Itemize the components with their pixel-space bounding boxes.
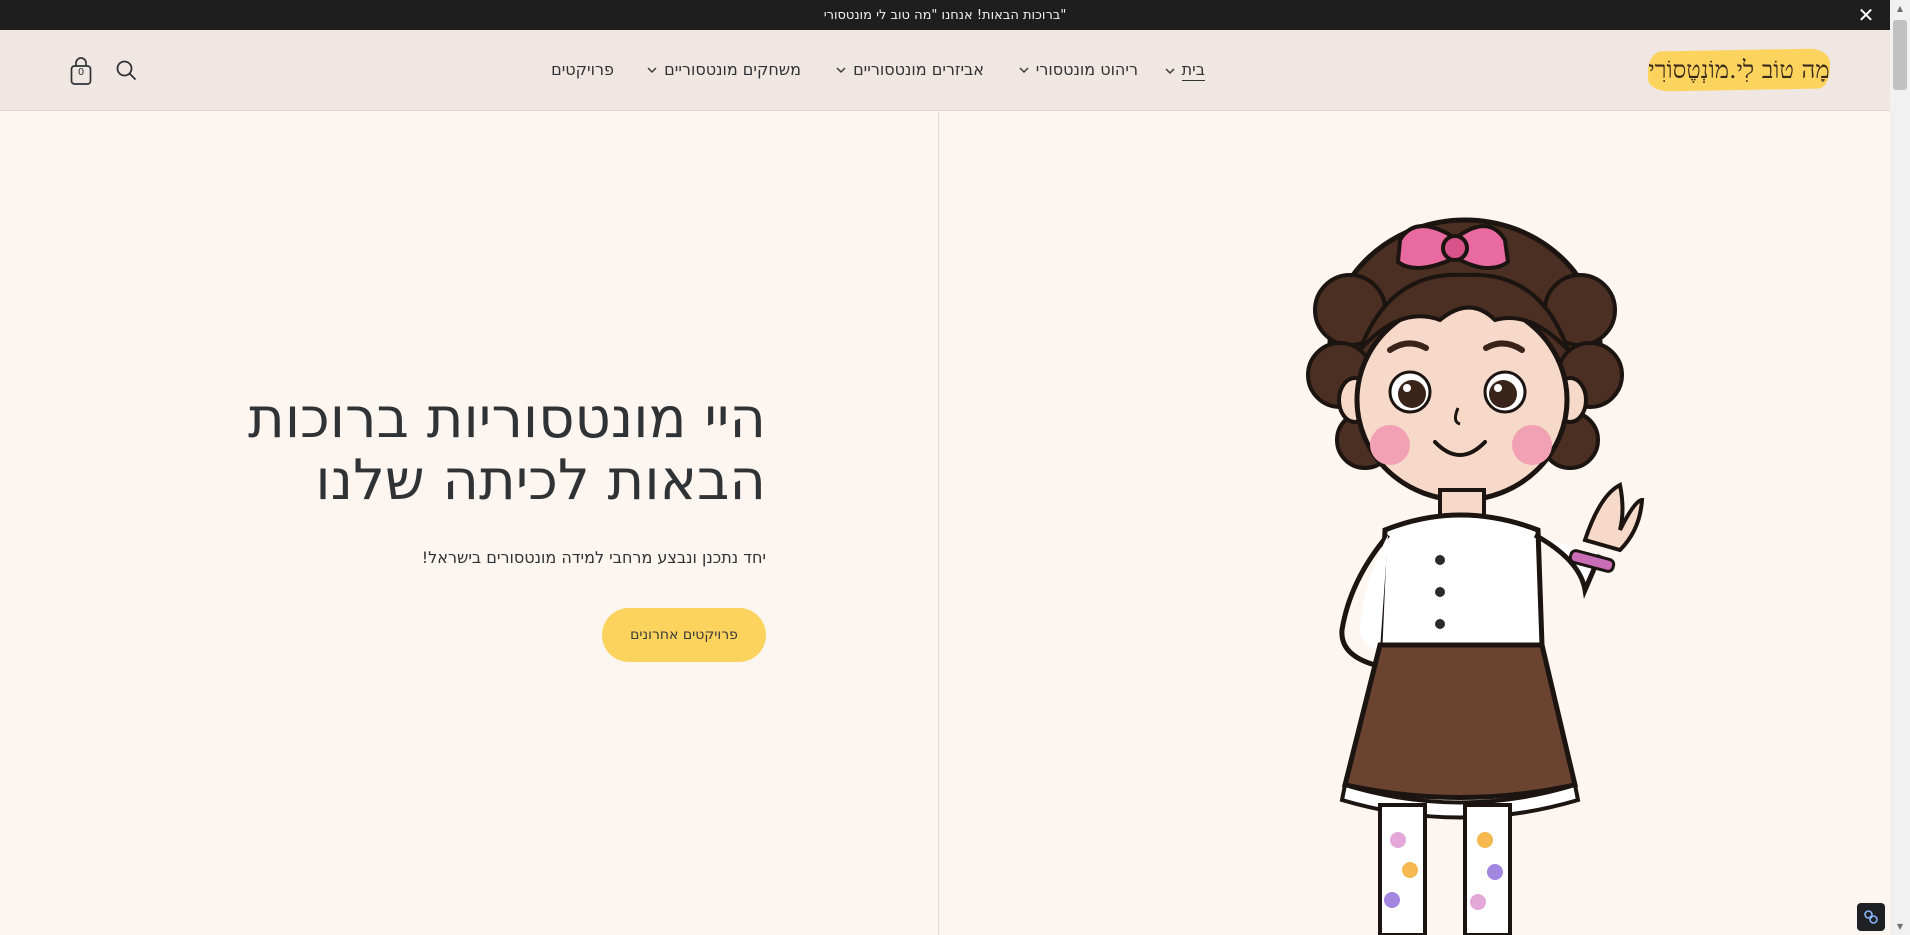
nav-item-label: בית	[1181, 60, 1205, 81]
recent-projects-button[interactable]: פרויקטים אחרונים	[602, 608, 766, 662]
close-announcement-button[interactable]: ✕	[1854, 3, 1878, 27]
hero-title-line-2: הבאות לכיתה שלנו	[315, 448, 766, 513]
nav-item-furniture[interactable]: ריהוט מונטסורי	[1018, 60, 1138, 79]
site-logo[interactable]: מָה טוֹב לִי.מוֹנְטֶסוֹרִי	[1647, 48, 1831, 92]
chevron-down-icon	[647, 66, 657, 73]
announcement-text: ברוכות הבאות! אנחנו "מה טוב לי מונטסורי"	[823, 7, 1067, 23]
chevron-down-icon	[1165, 67, 1175, 74]
scroll-down-arrow-icon[interactable]: ▼	[1890, 918, 1910, 935]
hero-divider	[938, 112, 939, 935]
link-icon	[1864, 910, 1878, 924]
chevron-down-icon	[836, 66, 846, 73]
site-header: מָה טוֹב לִי.מוֹנְטֶסוֹרִי בית ריהוט מונ…	[0, 30, 1890, 111]
nav-item-label: אביזרים מונטסוריים	[853, 60, 984, 79]
nav-item-accessories[interactable]: אביזרים מונטסוריים	[835, 60, 984, 79]
accessibility-widget-button[interactable]	[1857, 903, 1885, 931]
nav-item-games[interactable]: משחקים מונטסוריים	[646, 60, 801, 79]
close-icon: ✕	[1857, 3, 1875, 27]
chevron-down-icon	[1019, 66, 1029, 73]
montessori-girl-illustration	[1306, 217, 1645, 935]
nav-item-projects[interactable]: פרויקטים	[551, 60, 614, 79]
nav-item-label: משחקים מונטסוריים	[664, 60, 801, 79]
scrollbar-thumb[interactable]	[1893, 20, 1907, 90]
cart-button[interactable]: 0	[67, 54, 95, 88]
hero-text-block: היי מונטסוריות ברוכות הבאות לכיתה שלנו י…	[150, 388, 766, 568]
search-icon	[116, 60, 136, 80]
page-scrollbar[interactable]: ▲ ▼	[1890, 0, 1910, 935]
scroll-up-arrow-icon[interactable]: ▲	[1890, 0, 1910, 17]
announcement-bar: ברוכות הבאות! אנחנו "מה טוב לי מונטסורי"	[0, 0, 1890, 30]
hero-title-line-1: היי מונטסוריות ברוכות	[248, 386, 766, 451]
nav-item-label: ריהוט מונטסורי	[1035, 60, 1138, 79]
hero-subtitle: יחד נתכנן ונבצע מרחבי למידה מונטסורים בי…	[421, 548, 766, 567]
nav-item-home[interactable]: בית	[1164, 60, 1205, 81]
hero-title: היי מונטסוריות ברוכות הבאות לכיתה שלנו	[150, 388, 766, 512]
logo-text: מָה טוֹב לִי.מוֹנְטֶסוֹרִי	[1648, 55, 1830, 84]
cart-count-badge: 0	[77, 67, 85, 78]
nav-item-label: פרויקטים	[551, 60, 614, 79]
search-button[interactable]	[112, 56, 140, 84]
